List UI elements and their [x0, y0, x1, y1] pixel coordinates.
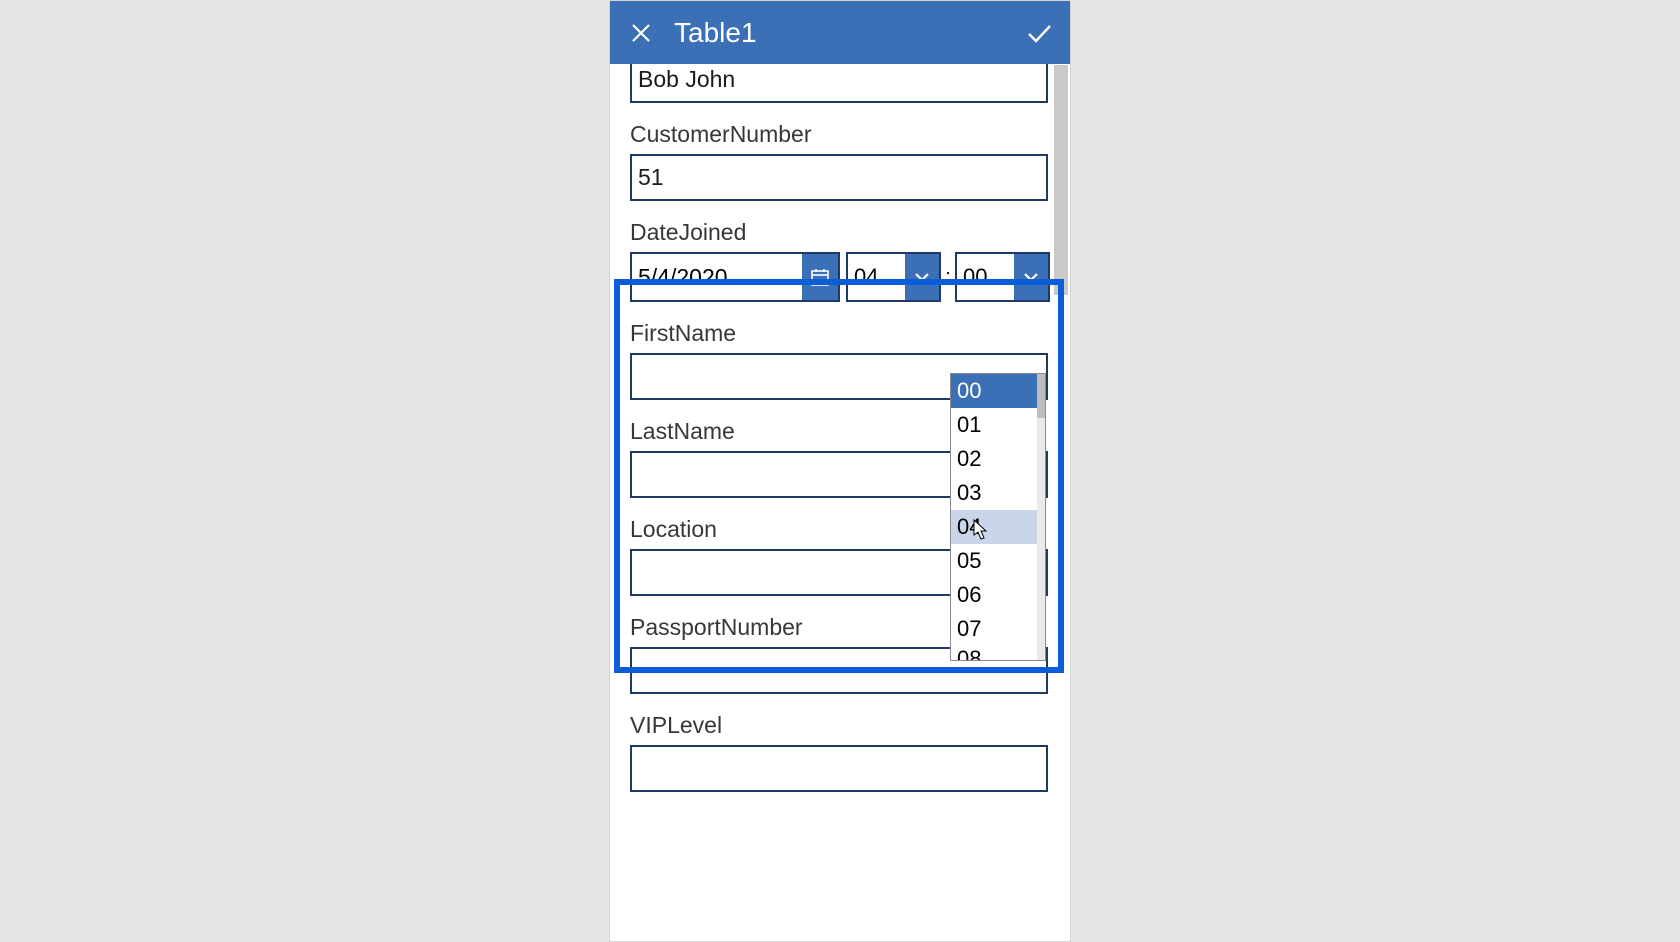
name-input[interactable] [630, 64, 1048, 103]
hour-select[interactable]: 04 [846, 252, 941, 302]
customer-number-input[interactable] [630, 154, 1048, 201]
minute-select[interactable]: 00 [955, 252, 1050, 302]
time-separator: : [945, 264, 951, 290]
dropdown-option[interactable]: 01 [951, 408, 1045, 442]
chevron-down-icon [913, 268, 931, 286]
hour-chevron-button[interactable] [905, 254, 939, 300]
submit-button[interactable] [1022, 16, 1056, 50]
label-first-name: FirstName [630, 320, 1050, 347]
dropdown-option[interactable]: 06 [951, 578, 1045, 612]
date-input[interactable] [632, 254, 802, 300]
calendar-icon [810, 267, 830, 287]
checkmark-icon [1024, 18, 1054, 48]
minute-chevron-button[interactable] [1014, 254, 1048, 300]
page-title: Table1 [674, 17, 1022, 49]
title-bar: Table1 [610, 1, 1070, 64]
date-picker[interactable] [630, 252, 840, 302]
close-button[interactable] [624, 16, 658, 50]
dropdown-option[interactable]: 03 [951, 476, 1045, 510]
minute-value: 00 [957, 254, 1014, 300]
close-icon [629, 21, 653, 45]
minute-dropdown[interactable]: 00 01 02 03 04 05 06 07 08 [950, 373, 1046, 661]
dropdown-option[interactable]: 04 [951, 510, 1045, 544]
dropdown-scrollbar-thumb[interactable] [1037, 374, 1045, 418]
dropdown-scrollbar[interactable] [1037, 374, 1045, 660]
date-joined-row: 04 : 00 [630, 252, 1050, 302]
dropdown-option[interactable]: 05 [951, 544, 1045, 578]
form-scroll-area: CustomerNumber DateJoined 04 [610, 64, 1070, 941]
calendar-button[interactable] [802, 254, 838, 300]
dropdown-option[interactable]: 07 [951, 612, 1045, 646]
label-vip: VIPLevel [630, 712, 1050, 739]
hour-value: 04 [848, 254, 905, 300]
dropdown-option[interactable]: 08 [951, 646, 1045, 661]
label-date-joined: DateJoined [630, 219, 1050, 246]
dropdown-option[interactable]: 00 [951, 374, 1045, 408]
app-frame: Table1 CustomerNumber DateJoined [610, 1, 1070, 941]
dropdown-option[interactable]: 02 [951, 442, 1045, 476]
form: CustomerNumber DateJoined 04 [610, 64, 1070, 792]
chevron-down-icon [1022, 268, 1040, 286]
vip-input[interactable] [630, 745, 1048, 792]
label-customer-number: CustomerNumber [630, 121, 1050, 148]
